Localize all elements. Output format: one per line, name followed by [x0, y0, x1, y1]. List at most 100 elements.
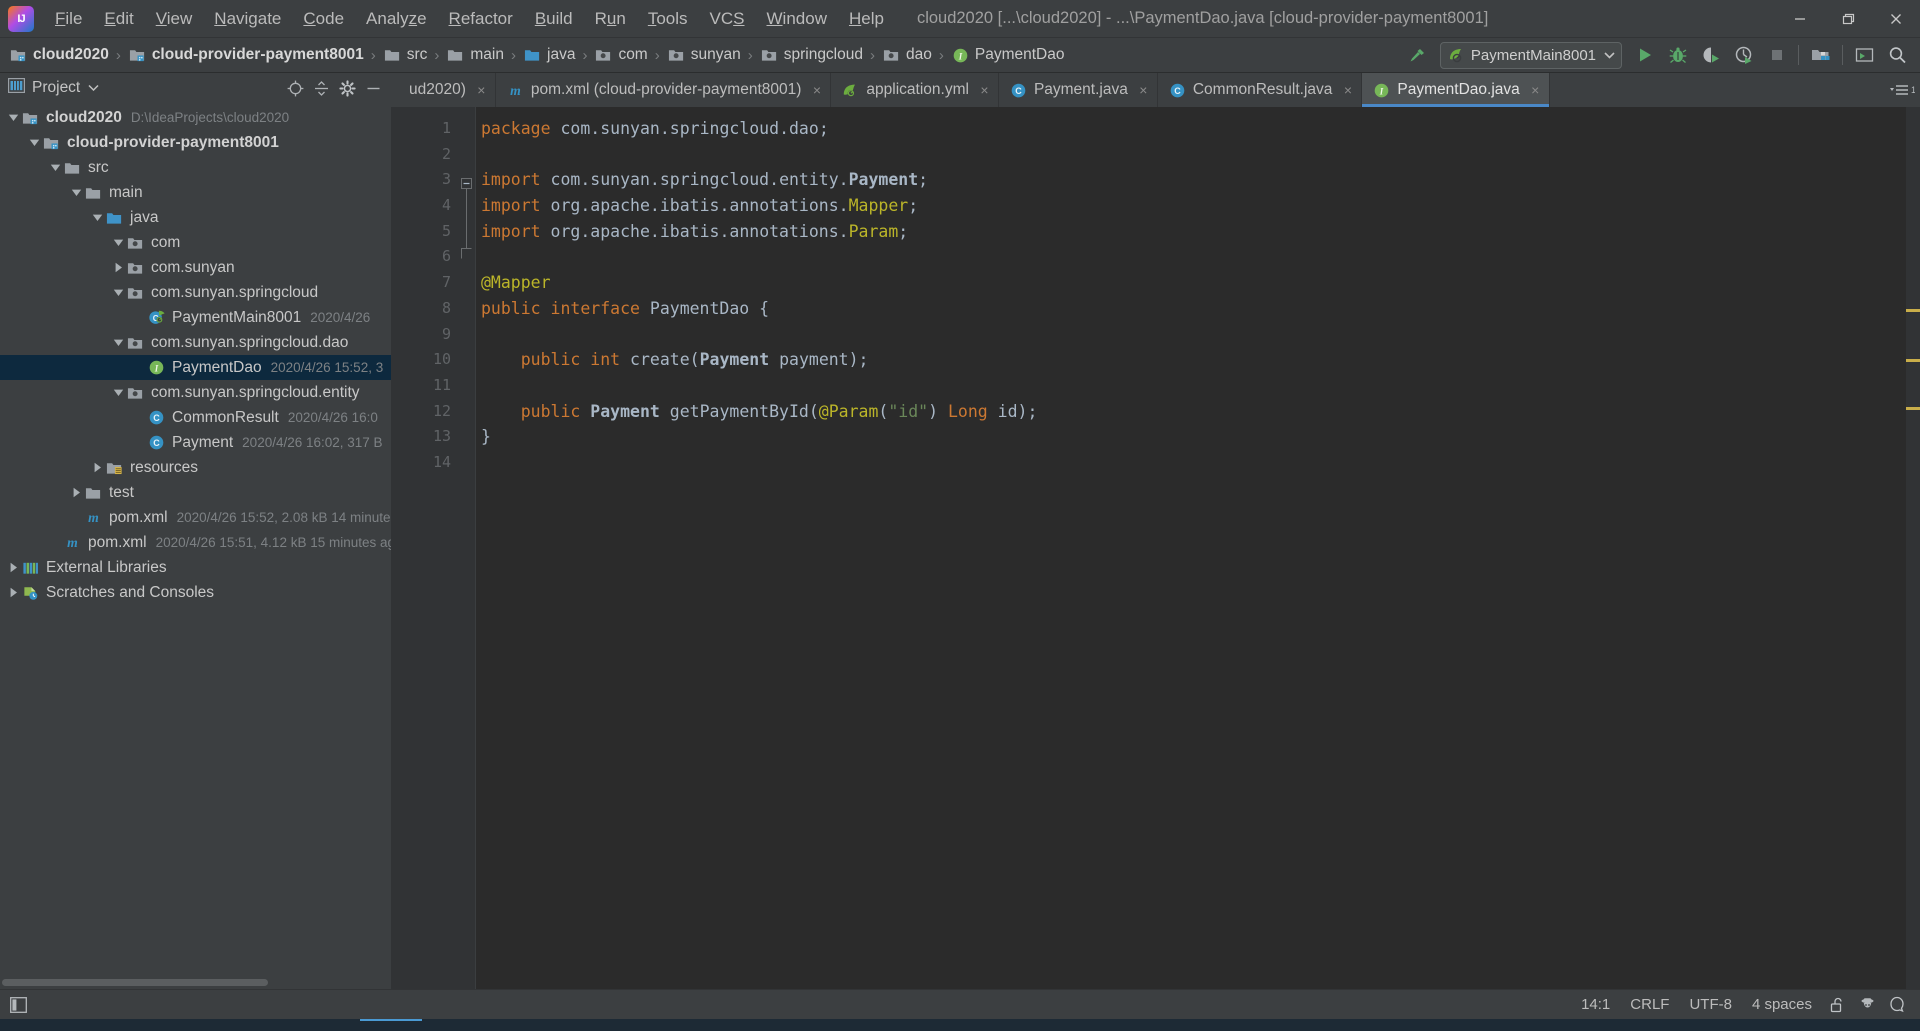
- breadcrumb-item-cloud-provider-payment8001[interactable]: cloud-provider-payment8001: [125, 42, 367, 68]
- editor-tab-payment-java[interactable]: C Payment.java ×: [999, 73, 1158, 107]
- maximize-icon[interactable]: [1824, 0, 1872, 38]
- expand-arrow-right-icon[interactable]: [67, 487, 85, 498]
- menu-analyze[interactable]: Analyze: [355, 5, 438, 33]
- breadcrumb-item-sunyan[interactable]: sunyan: [664, 42, 744, 68]
- tree-node-com-sunyan[interactable]: com.sunyan: [0, 255, 391, 280]
- editor-tab-commonresult-java[interactable]: C CommonResult.java ×: [1158, 73, 1363, 107]
- tree-node-pom-xml[interactable]: m pom.xml 2020/4/26 15:51, 4.12 kB 15 minu…: [0, 530, 391, 555]
- tab-close-icon[interactable]: ×: [1341, 82, 1354, 98]
- tree-node-external-libraries[interactable]: External Libraries: [0, 555, 391, 580]
- breadcrumb-item-paymentdao[interactable]: I PaymentDao: [948, 42, 1068, 68]
- menu-help[interactable]: Help: [838, 5, 895, 33]
- menu-code[interactable]: Code: [292, 5, 355, 33]
- gear-icon[interactable]: [335, 76, 359, 100]
- tree-node-com-sunyan-springcloud-entity[interactable]: com.sunyan.springcloud.entity: [0, 380, 391, 405]
- breadcrumb-item-main[interactable]: main: [443, 42, 507, 68]
- menu-view[interactable]: View: [145, 5, 204, 33]
- tab-close-icon[interactable]: ×: [810, 82, 823, 98]
- tree-node-cloud2020[interactable]: cloud2020 D:\IdeaProjects\cloud2020: [0, 105, 391, 130]
- breadcrumb-item-src[interactable]: src: [380, 42, 431, 68]
- project-structure-button[interactable]: [1804, 41, 1837, 70]
- menu-vcs[interactable]: VCS: [699, 5, 756, 33]
- expand-arrow-down-icon[interactable]: [25, 138, 43, 147]
- profiler-button[interactable]: [1727, 41, 1760, 70]
- editor-tab-ud2020-[interactable]: ud2020) ×: [391, 73, 496, 107]
- warning-marker[interactable]: [1906, 359, 1920, 362]
- expand-arrow-right-icon[interactable]: [4, 587, 22, 598]
- code-editor[interactable]: package com.sunyan.springcloud.dao; impo…: [475, 107, 1906, 989]
- tree-node-payment[interactable]: C Payment 2020/4/26 16:02, 317 B: [0, 430, 391, 455]
- expand-arrow-down-icon[interactable]: [67, 188, 85, 197]
- build-hammer-icon[interactable]: [1400, 41, 1434, 69]
- tree-node-paymentmain8001[interactable]: C PaymentMain8001 2020/4/26: [0, 305, 391, 330]
- tree-node-paymentdao[interactable]: I PaymentDao 2020/4/26 15:52, 3: [0, 355, 391, 380]
- expand-arrow-down-icon[interactable]: [46, 163, 64, 172]
- crosshair-icon[interactable]: [283, 76, 307, 100]
- menu-file[interactable]: File: [44, 5, 93, 33]
- line-separator[interactable]: CRLF: [1620, 996, 1679, 1013]
- minimize-icon[interactable]: [1776, 0, 1824, 38]
- editor-tab-paymentdao-java[interactable]: I PaymentDao.java ×: [1362, 73, 1550, 107]
- editor-tab-pom-xml-cloud-provider-payment8001-[interactable]: m pom.xml (cloud-provider-payment8001) ×: [496, 73, 832, 107]
- warning-marker[interactable]: [1906, 407, 1920, 410]
- breadcrumb-item-java[interactable]: java: [520, 42, 578, 68]
- collapse-all-icon[interactable]: [309, 76, 333, 100]
- tree-node-main[interactable]: main: [0, 180, 391, 205]
- chevron-down-icon[interactable]: [1604, 46, 1615, 64]
- breadcrumb-item-dao[interactable]: dao: [879, 42, 935, 68]
- terminal-button[interactable]: [1848, 41, 1881, 70]
- tree-node-cloud-provider-payment8001[interactable]: cloud-provider-payment8001: [0, 130, 391, 155]
- project-tree[interactable]: cloud2020 D:\IdeaProjects\cloud2020 cloud…: [0, 103, 391, 975]
- breadcrumb-item-springcloud[interactable]: springcloud: [757, 42, 866, 68]
- tab-close-icon[interactable]: ×: [978, 82, 991, 98]
- menu-tools[interactable]: Tools: [637, 5, 699, 33]
- tree-node-pom-xml[interactable]: m pom.xml 2020/4/26 15:52, 2.08 kB 14 minu…: [0, 505, 391, 530]
- fold-collapse-end-icon[interactable]: [461, 248, 472, 259]
- menu-refactor[interactable]: Refactor: [438, 5, 524, 33]
- expand-arrow-down-icon[interactable]: [109, 238, 127, 247]
- close-icon[interactable]: [1872, 0, 1920, 38]
- warning-marker[interactable]: [1906, 309, 1920, 312]
- run-button[interactable]: [1628, 41, 1661, 70]
- debug-button[interactable]: [1661, 41, 1694, 70]
- tree-node-com-sunyan-springcloud-dao[interactable]: com.sunyan.springcloud.dao: [0, 330, 391, 355]
- minus-icon[interactable]: [361, 76, 385, 100]
- menu-build[interactable]: Build: [524, 5, 584, 33]
- tree-node-com[interactable]: com: [0, 230, 391, 255]
- chevron-down-icon[interactable]: [88, 83, 99, 93]
- menu-window[interactable]: Window: [756, 5, 838, 33]
- tree-node-commonresult[interactable]: C CommonResult 2020/4/26 16:0: [0, 405, 391, 430]
- breadcrumb-item-com[interactable]: com: [591, 42, 650, 68]
- expand-arrow-down-icon[interactable]: [109, 338, 127, 347]
- indent-setting[interactable]: 4 spaces: [1742, 996, 1822, 1013]
- caret-position[interactable]: 14:1: [1571, 996, 1620, 1013]
- project-horizontal-scrollbar[interactable]: [0, 975, 391, 989]
- tree-node-scratches-and-consoles[interactable]: Scratches and Consoles: [0, 580, 391, 605]
- menu-navigate[interactable]: Navigate: [203, 5, 292, 33]
- tree-node-java[interactable]: java: [0, 205, 391, 230]
- notification-bell-icon[interactable]: [1882, 994, 1912, 1016]
- error-stripe-marker-bar[interactable]: [1906, 107, 1920, 989]
- search-everywhere-button[interactable]: [1881, 41, 1914, 70]
- scrollbar-thumb[interactable]: [2, 979, 268, 986]
- expand-arrow-down-icon[interactable]: [109, 388, 127, 397]
- hector-inspector-icon[interactable]: [1852, 994, 1882, 1016]
- tree-node-resources[interactable]: resources: [0, 455, 391, 480]
- tree-node-src[interactable]: src: [0, 155, 391, 180]
- code-folding-strip[interactable]: [459, 107, 475, 989]
- tab-close-icon[interactable]: ×: [1137, 82, 1150, 98]
- expand-arrow-down-icon[interactable]: [4, 113, 22, 122]
- tab-close-icon[interactable]: ×: [475, 82, 488, 98]
- menu-run[interactable]: Run: [584, 5, 637, 33]
- tab-list-icon[interactable]: 1: [1884, 73, 1920, 107]
- tab-close-icon[interactable]: ×: [1529, 82, 1542, 98]
- expand-arrow-down-icon[interactable]: [88, 213, 106, 222]
- expand-arrow-right-icon[interactable]: [4, 562, 22, 573]
- unlocked-padlock-icon[interactable]: [1822, 994, 1852, 1016]
- expand-arrow-right-icon[interactable]: [109, 262, 127, 273]
- expand-arrow-right-icon[interactable]: [88, 462, 106, 473]
- file-encoding[interactable]: UTF-8: [1679, 996, 1742, 1013]
- fold-collapse-icon[interactable]: [461, 178, 472, 189]
- menu-edit[interactable]: Edit: [93, 5, 144, 33]
- expand-arrow-down-icon[interactable]: [109, 288, 127, 297]
